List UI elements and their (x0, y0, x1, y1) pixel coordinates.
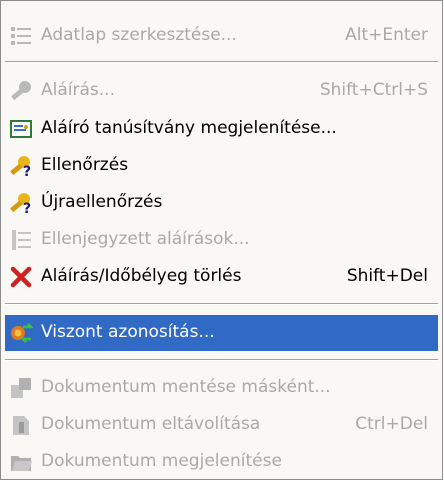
delete-x-icon (10, 266, 32, 288)
context-menu: Adatlap szerkesztése... Alt+Enter Aláírá… (0, 0, 443, 480)
menu-item-save-as[interactable]: Dokumentum mentése másként... (5, 370, 438, 406)
menu-item-show-document[interactable]: Dokumentum megjelenítése (5, 444, 438, 480)
verify-exchange-icon (11, 323, 33, 343)
key-question-icon: ? (10, 193, 31, 215)
menu-item-label: Újraellenőrzés (41, 192, 163, 212)
list-icon (12, 230, 31, 250)
menu-item-edit-datasheet[interactable]: Adatlap szerkesztése... Alt+Enter (5, 18, 438, 54)
menu-item-label: Dokumentum mentése másként... (41, 377, 331, 397)
folder-open-icon (11, 456, 32, 471)
menu-item-label: Adatlap szerkesztése... (41, 25, 237, 45)
menu-item-shortcut: Shift+Ctrl+S (319, 80, 428, 100)
menu-item-label: Ellenőrzés (41, 155, 129, 175)
menu-item-label: Ellenjegyzett aláírások... (41, 229, 250, 249)
menu-item-shortcut: Ctrl+Del (355, 414, 428, 434)
list-edit-icon (11, 27, 31, 45)
menu-item-sign[interactable]: Aláírás... Shift+Ctrl+S (5, 73, 438, 109)
svg-text:?: ? (23, 164, 31, 178)
menu-item-shortcut: Shift+Del (346, 266, 428, 286)
menu-item-cross-verify[interactable]: Viszont azonosítás... (5, 315, 438, 351)
menu-separator (5, 359, 438, 361)
svg-text:?: ? (23, 201, 31, 215)
menu-item-reverify[interactable]: ? Újraellenőrzés (5, 185, 438, 221)
key-question-icon: ? (10, 156, 31, 178)
menu-item-delete-signature[interactable]: Aláírás/Időbélyeg törlés Shift+Del (5, 259, 438, 295)
menu-item-label: Aláírás/Időbélyeg törlés (41, 266, 242, 286)
menu-item-remove-document[interactable]: Dokumentum eltávolítása Ctrl+Del (5, 407, 438, 443)
menu-item-verify[interactable]: ? Ellenőrzés (5, 148, 438, 184)
key-icon (11, 81, 31, 101)
menu-item-label: Dokumentum megjelenítése (41, 451, 282, 471)
menu-separator (5, 61, 438, 63)
save-as-icon (11, 378, 31, 398)
menu-item-label: Aláírás... (41, 80, 115, 100)
menu-item-show-certificate[interactable]: Aláíró tanúsítvány megjelenítése... (5, 111, 438, 147)
menu-item-label: Viszont azonosítás... (41, 322, 215, 342)
menu-item-label: Aláíró tanúsítvány megjelenítése... (41, 118, 337, 138)
menu-item-shortcut: Alt+Enter (345, 25, 428, 45)
menu-separator (5, 303, 438, 305)
document-remove-icon (13, 416, 29, 435)
menu-item-label: Dokumentum eltávolítása (41, 414, 261, 434)
certificate-icon (10, 120, 32, 138)
menu-item-countersigned[interactable]: Ellenjegyzett aláírások... (5, 222, 438, 258)
